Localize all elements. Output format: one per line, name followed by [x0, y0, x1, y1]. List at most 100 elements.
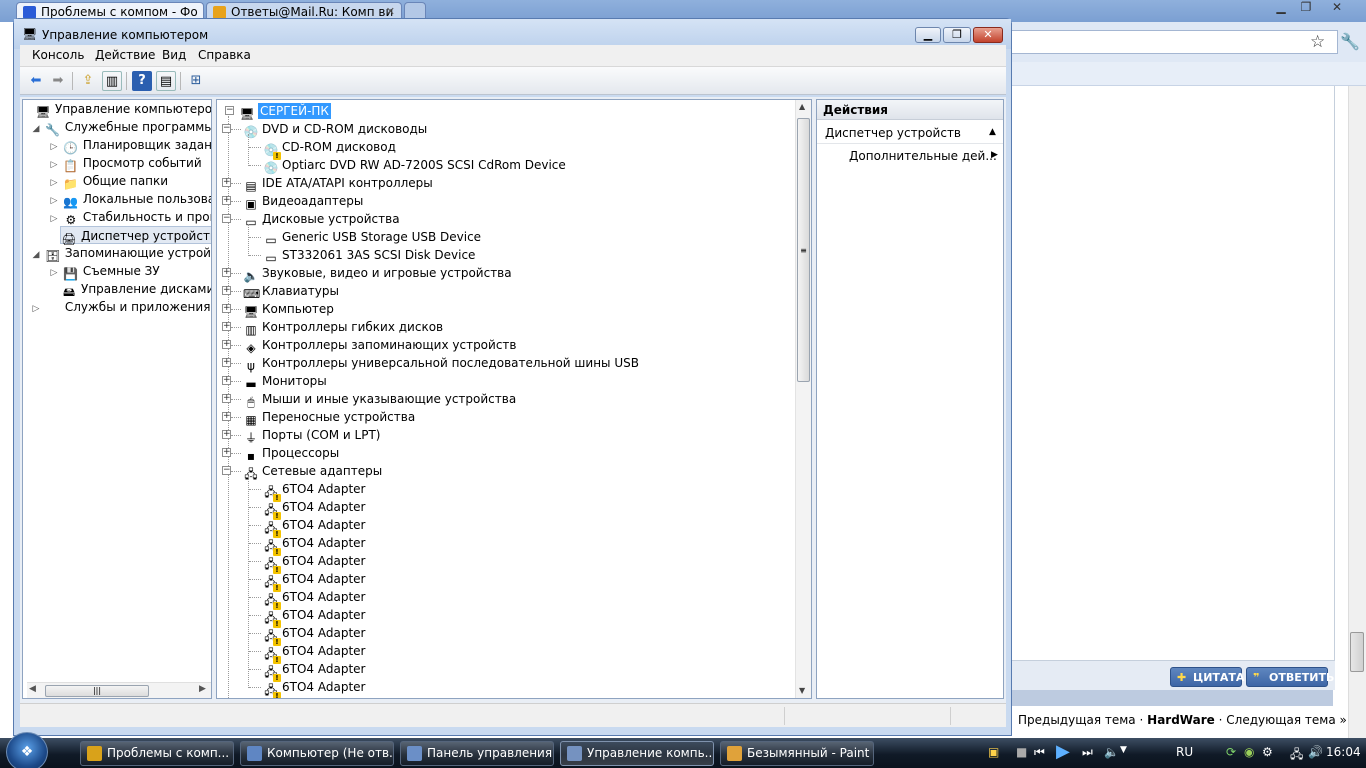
expand-toggle-icon[interactable]: +: [222, 358, 231, 367]
tree-item-computer-management[interactable]: 🖥Управление компьютером (л: [25, 100, 211, 119]
tree-item-shared-folders[interactable]: ▷ 📁 Общие папки: [49, 172, 169, 191]
device-category-row[interactable]: + ▪ Процессоры: [222, 444, 339, 463]
expand-toggle-icon[interactable]: +: [222, 268, 231, 277]
device-category-row[interactable]: + ▤ IDE ATA/ATAPI контроллеры: [222, 174, 433, 193]
next-track-icon[interactable]: ⏭: [1082, 745, 1093, 760]
wrench-menu-icon[interactable]: 🔧: [1340, 32, 1360, 51]
previous-thread-link[interactable]: Предыдущая тема: [1018, 713, 1136, 727]
tree-item-removable-storage[interactable]: ▷ 💾 Съемные ЗУ: [49, 262, 160, 282]
safely-remove-icon[interactable]: ⚙: [1262, 745, 1273, 759]
device-category-row[interactable]: + 🖥 Компьютер: [222, 300, 334, 319]
device-row[interactable]: 🖧6TO4 Adapter: [249, 660, 365, 682]
collapse-toggle-icon[interactable]: −: [222, 466, 231, 475]
scroll-right-icon[interactable]: ▶: [199, 684, 206, 694]
device-row[interactable]: 🖧6TO4 Adapter: [249, 570, 365, 592]
device-category-row[interactable]: − ▭ Дисковые устройства: [222, 210, 400, 229]
expand-arrow-icon[interactable]: ▷: [49, 210, 59, 228]
expand-toggle-icon[interactable]: +: [222, 286, 231, 295]
device-row[interactable]: 🖧6TO4 Adapter: [249, 516, 365, 538]
tree-item-task-scheduler[interactable]: ▷ 🕒Планировщик заданий: [49, 136, 211, 155]
close-tab-icon[interactable]: ✕: [386, 5, 395, 18]
reply-button[interactable]: ❞ ОТВЕТИТЬ: [1246, 667, 1334, 687]
tree-item-services[interactable]: ▷ Службы и приложения: [31, 298, 211, 318]
device-row[interactable]: 🖧6TO4 Adapter: [249, 480, 365, 502]
taskbar-button[interactable]: Управление компь...: [560, 741, 714, 766]
network-connection-icon[interactable]: 🖧: [1290, 745, 1303, 766]
expand-toggle-icon[interactable]: +: [222, 196, 231, 205]
device-tree-scrollbar[interactable]: ▲ ≡ ▼: [795, 100, 811, 698]
tree-item-disk-management[interactable]: 🖴 Управление дисками: [61, 280, 211, 299]
device-category-row[interactable]: + ▣ Видеоадаптеры: [222, 192, 363, 211]
speaker-tray-icon[interactable]: 🔊: [1308, 745, 1323, 759]
expand-toggle-icon[interactable]: +: [222, 376, 231, 385]
device-row[interactable]: 🖧6TO4 Adapter: [249, 588, 365, 610]
previous-track-icon[interactable]: ⏮: [1034, 745, 1045, 760]
scroll-thumb[interactable]: ≡: [797, 118, 810, 382]
expand-toggle-icon[interactable]: +: [222, 448, 231, 457]
collapse-arrow-icon[interactable]: ◢: [31, 120, 41, 138]
expand-toggle-icon[interactable]: +: [222, 430, 231, 439]
device-row[interactable]: 🖧6TO4 Adapter: [249, 606, 365, 628]
collapse-arrow-icon[interactable]: ◢: [31, 246, 41, 264]
dropdown-arrow-icon[interactable]: ▼: [1120, 745, 1127, 755]
device-row[interactable]: 💿CD-ROM дисковод: [249, 138, 396, 160]
expand-toggle-icon[interactable]: +: [222, 178, 231, 187]
collapse-toggle-icon[interactable]: −: [222, 124, 231, 133]
device-category-row[interactable]: − 💿 DVD и CD-ROM дисководы: [222, 120, 427, 139]
device-category-row[interactable]: − 🖧 Сетевые адаптеры: [222, 462, 382, 481]
scroll-thumb[interactable]: |||: [45, 685, 149, 697]
collapse-toggle-icon[interactable]: −: [222, 214, 231, 223]
stop-icon[interactable]: ■: [1016, 745, 1027, 759]
device-row[interactable]: 💿 Optiarc DVD RW AD-7200S SCSI CdRom Devi…: [249, 156, 566, 175]
tree-item-event-viewer[interactable]: ▷ 📋 Просмотр событий: [49, 154, 202, 173]
quote-button[interactable]: ✚ ЦИТАТА: [1170, 667, 1244, 687]
close-button[interactable]: ✕: [973, 27, 1003, 43]
menu-console[interactable]: Консоль: [32, 48, 84, 62]
restore-icon[interactable]: ❐: [1295, 0, 1317, 16]
device-category-row[interactable]: + ◈ Контроллеры запоминающих устройств: [222, 336, 516, 355]
device-tree-root[interactable]: − 🖥 СЕРГЕЙ-ПК: [223, 102, 331, 121]
media-player-icon[interactable]: ▣: [988, 745, 999, 759]
expand-toggle-icon[interactable]: +: [222, 304, 231, 313]
forward-arrow-icon[interactable]: ➡: [48, 71, 68, 91]
next-thread-link[interactable]: Следующая тема »: [1226, 713, 1347, 727]
device-row[interactable]: 🖧6TO4 Adapter: [249, 498, 365, 520]
device-category-row[interactable]: + ▬ Мониторы: [222, 372, 327, 391]
device-category-row[interactable]: + ⌨ Клавиатуры: [222, 282, 339, 301]
device-row[interactable]: 🖧6TO4 Adapter: [249, 552, 365, 574]
taskbar-button[interactable]: Панель управления: [400, 741, 554, 766]
tree-item-local-users[interactable]: ▷ 👥Локальные пользовате: [49, 190, 211, 209]
device-row[interactable]: 🖧6TO4 Adapter: [249, 678, 365, 698]
show-action-pane-icon[interactable]: ▤: [156, 71, 176, 91]
collapse-up-icon[interactable]: ▲: [989, 127, 996, 137]
collapse-toggle-icon[interactable]: −: [225, 106, 234, 115]
address-bar[interactable]: [1012, 30, 1338, 54]
menu-action[interactable]: Действие: [95, 48, 155, 62]
device-category-row[interactable]: + ⏚ Порты (COM и LPT): [222, 426, 380, 445]
clock[interactable]: 16:04: [1326, 745, 1361, 759]
device-row[interactable]: ▭ Generic USB Storage USB Device: [249, 228, 481, 247]
menu-view[interactable]: Вид: [162, 48, 186, 62]
scroll-down-icon[interactable]: ▼: [799, 686, 805, 695]
expand-toggle-icon[interactable]: +: [222, 322, 231, 331]
device-row[interactable]: ▭ ST332061 3AS SCSI Disk Device: [249, 246, 475, 265]
close-icon[interactable]: ✕: [1326, 0, 1348, 16]
expand-arrow-icon[interactable]: ▷: [31, 300, 41, 318]
tree-item-storage[interactable]: ◢ 🗄 Запоминающие устройст: [31, 244, 211, 264]
device-category-row[interactable]: + 🖱 Мыши и иные указывающие устройства: [222, 390, 516, 409]
device-row[interactable]: 🖧6TO4 Adapter: [249, 534, 365, 556]
volume-icon[interactable]: 🔈: [1104, 745, 1119, 759]
language-indicator[interactable]: RU: [1176, 745, 1193, 759]
tree-item-reliability[interactable]: ▷ ⚙ Стабильность и произ: [49, 208, 211, 228]
scan-hardware-icon[interactable]: ⊞: [186, 71, 206, 91]
more-actions-item[interactable]: Дополнительные дей... ▶: [817, 146, 1003, 166]
actions-section-device-manager[interactable]: Диспетчер устройств ▲: [817, 122, 1003, 144]
device-row[interactable]: 🖧6TO4 Adapter: [249, 624, 365, 646]
expand-toggle-icon[interactable]: +: [222, 412, 231, 421]
start-button[interactable]: ❖: [6, 732, 48, 768]
device-category-row[interactable]: + ψ Контроллеры универсальной последовател…: [222, 354, 639, 373]
expand-toggle-icon[interactable]: +: [222, 394, 231, 403]
expand-arrow-icon[interactable]: ▷: [49, 264, 59, 282]
current-forum-link[interactable]: HardWare: [1147, 713, 1215, 727]
maximize-button[interactable]: ❐: [943, 27, 971, 43]
